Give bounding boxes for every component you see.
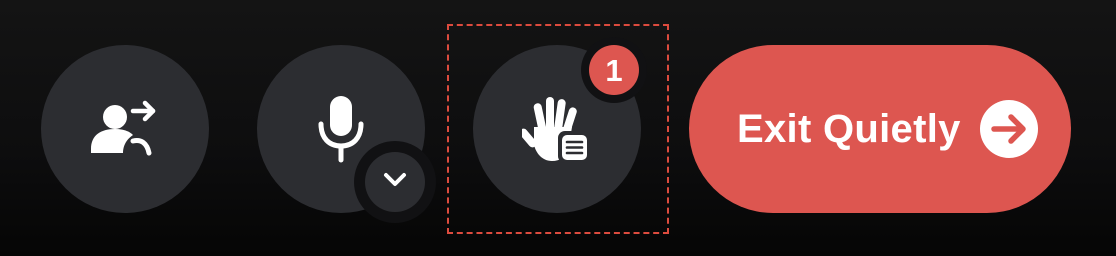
stage-toolbar: 1 Exit Quietly [0, 0, 1116, 256]
exit-quietly-button[interactable]: Exit Quietly [689, 45, 1071, 213]
microphone-options-bg [365, 152, 425, 212]
microphone-icon [315, 94, 367, 164]
request-count-badge: 1 [581, 37, 647, 103]
raise-hand-list-icon [522, 93, 592, 165]
arrow-right-circle-icon [979, 99, 1039, 159]
user-share-icon [89, 97, 161, 161]
exit-quietly-label: Exit Quietly [737, 106, 961, 151]
share-speaker-button[interactable] [41, 45, 209, 213]
microphone-options-button[interactable] [354, 141, 436, 223]
chevron-down-icon [382, 172, 408, 193]
request-count-value: 1 [589, 45, 639, 95]
